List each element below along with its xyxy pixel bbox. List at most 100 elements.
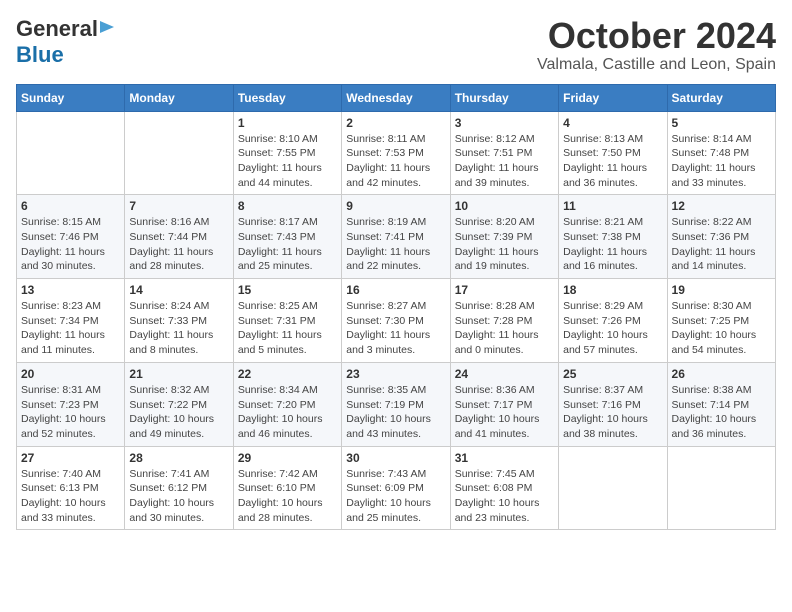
page-header: General Blue October 2024 Valmala, Casti… — [16, 16, 776, 74]
day-number: 12 — [672, 199, 771, 213]
day-info: Sunrise: 8:17 AM Sunset: 7:43 PM Dayligh… — [238, 215, 337, 274]
calendar-cell — [17, 111, 125, 195]
col-header-sunday: Sunday — [17, 84, 125, 111]
day-number: 4 — [563, 116, 662, 130]
calendar-cell: 6 Sunrise: 8:15 AM Sunset: 7:46 PM Daylig… — [17, 195, 125, 279]
day-info: Sunrise: 8:19 AM Sunset: 7:41 PM Dayligh… — [346, 215, 445, 274]
calendar-cell: 8 Sunrise: 8:17 AM Sunset: 7:43 PM Daylig… — [233, 195, 341, 279]
calendar-cell: 22 Sunrise: 8:34 AM Sunset: 7:20 PM Dayli… — [233, 362, 341, 446]
day-number: 22 — [238, 367, 337, 381]
calendar-cell: 29 Sunrise: 7:42 AM Sunset: 6:10 PM Dayli… — [233, 446, 341, 530]
title-block: October 2024 Valmala, Castille and Leon,… — [537, 16, 776, 74]
day-number: 24 — [455, 367, 554, 381]
day-number: 18 — [563, 283, 662, 297]
page-title: October 2024 — [537, 16, 776, 56]
day-info: Sunrise: 8:10 AM Sunset: 7:55 PM Dayligh… — [238, 132, 337, 191]
calendar-cell: 7 Sunrise: 8:16 AM Sunset: 7:44 PM Daylig… — [125, 195, 233, 279]
day-number: 2 — [346, 116, 445, 130]
day-number: 5 — [672, 116, 771, 130]
day-number: 28 — [129, 451, 228, 465]
calendar-table: SundayMondayTuesdayWednesdayThursdayFrid… — [16, 84, 776, 531]
calendar-cell: 20 Sunrise: 8:31 AM Sunset: 7:23 PM Dayli… — [17, 362, 125, 446]
day-info: Sunrise: 8:29 AM Sunset: 7:26 PM Dayligh… — [563, 299, 662, 358]
day-number: 21 — [129, 367, 228, 381]
day-info: Sunrise: 8:35 AM Sunset: 7:19 PM Dayligh… — [346, 383, 445, 442]
day-info: Sunrise: 8:20 AM Sunset: 7:39 PM Dayligh… — [455, 215, 554, 274]
day-info: Sunrise: 8:30 AM Sunset: 7:25 PM Dayligh… — [672, 299, 771, 358]
col-header-wednesday: Wednesday — [342, 84, 450, 111]
day-number: 10 — [455, 199, 554, 213]
day-number: 29 — [238, 451, 337, 465]
day-number: 26 — [672, 367, 771, 381]
day-number: 27 — [21, 451, 120, 465]
day-number: 13 — [21, 283, 120, 297]
day-info: Sunrise: 8:27 AM Sunset: 7:30 PM Dayligh… — [346, 299, 445, 358]
day-info: Sunrise: 8:23 AM Sunset: 7:34 PM Dayligh… — [21, 299, 120, 358]
day-info: Sunrise: 8:12 AM Sunset: 7:51 PM Dayligh… — [455, 132, 554, 191]
day-number: 7 — [129, 199, 228, 213]
col-header-thursday: Thursday — [450, 84, 558, 111]
day-number: 8 — [238, 199, 337, 213]
day-info: Sunrise: 8:38 AM Sunset: 7:14 PM Dayligh… — [672, 383, 771, 442]
day-info: Sunrise: 7:42 AM Sunset: 6:10 PM Dayligh… — [238, 467, 337, 526]
logo-arrow-icon — [100, 19, 116, 40]
calendar-cell: 3 Sunrise: 8:12 AM Sunset: 7:51 PM Daylig… — [450, 111, 558, 195]
day-number: 16 — [346, 283, 445, 297]
calendar-cell: 13 Sunrise: 8:23 AM Sunset: 7:34 PM Dayli… — [17, 279, 125, 363]
page-subtitle: Valmala, Castille and Leon, Spain — [537, 56, 776, 74]
col-header-friday: Friday — [559, 84, 667, 111]
day-number: 19 — [672, 283, 771, 297]
day-info: Sunrise: 8:14 AM Sunset: 7:48 PM Dayligh… — [672, 132, 771, 191]
col-header-saturday: Saturday — [667, 84, 775, 111]
day-info: Sunrise: 8:32 AM Sunset: 7:22 PM Dayligh… — [129, 383, 228, 442]
calendar-cell: 28 Sunrise: 7:41 AM Sunset: 6:12 PM Dayli… — [125, 446, 233, 530]
day-info: Sunrise: 7:45 AM Sunset: 6:08 PM Dayligh… — [455, 467, 554, 526]
day-info: Sunrise: 8:11 AM Sunset: 7:53 PM Dayligh… — [346, 132, 445, 191]
calendar-cell: 31Sunrise: 7:45 AM Sunset: 6:08 PM Dayli… — [450, 446, 558, 530]
calendar-cell: 2 Sunrise: 8:11 AM Sunset: 7:53 PM Daylig… — [342, 111, 450, 195]
calendar-cell: 27 Sunrise: 7:40 AM Sunset: 6:13 PM Dayli… — [17, 446, 125, 530]
calendar-cell — [667, 446, 775, 530]
calendar-cell: 21 Sunrise: 8:32 AM Sunset: 7:22 PM Dayli… — [125, 362, 233, 446]
calendar-cell: 11Sunrise: 8:21 AM Sunset: 7:38 PM Dayli… — [559, 195, 667, 279]
day-info: Sunrise: 8:15 AM Sunset: 7:46 PM Dayligh… — [21, 215, 120, 274]
day-number: 11 — [563, 199, 662, 213]
logo-blue-text: Blue — [16, 42, 64, 67]
day-info: Sunrise: 7:40 AM Sunset: 6:13 PM Dayligh… — [21, 467, 120, 526]
calendar-cell: 18 Sunrise: 8:29 AM Sunset: 7:26 PM Dayli… — [559, 279, 667, 363]
calendar-cell — [125, 111, 233, 195]
day-info: Sunrise: 8:36 AM Sunset: 7:17 PM Dayligh… — [455, 383, 554, 442]
day-number: 15 — [238, 283, 337, 297]
day-info: Sunrise: 8:16 AM Sunset: 7:44 PM Dayligh… — [129, 215, 228, 274]
day-info: Sunrise: 8:37 AM Sunset: 7:16 PM Dayligh… — [563, 383, 662, 442]
calendar-cell: 9Sunrise: 8:19 AM Sunset: 7:41 PM Daylig… — [342, 195, 450, 279]
day-info: Sunrise: 8:31 AM Sunset: 7:23 PM Dayligh… — [21, 383, 120, 442]
calendar-cell: 5 Sunrise: 8:14 AM Sunset: 7:48 PM Daylig… — [667, 111, 775, 195]
calendar-cell: 4 Sunrise: 8:13 AM Sunset: 7:50 PM Daylig… — [559, 111, 667, 195]
day-number: 23 — [346, 367, 445, 381]
day-number: 30 — [346, 451, 445, 465]
calendar-cell: 16 Sunrise: 8:27 AM Sunset: 7:30 PM Dayli… — [342, 279, 450, 363]
calendar-cell: 23 Sunrise: 8:35 AM Sunset: 7:19 PM Dayli… — [342, 362, 450, 446]
calendar-cell: 30 Sunrise: 7:43 AM Sunset: 6:09 PM Dayli… — [342, 446, 450, 530]
calendar-cell: 10 Sunrise: 8:20 AM Sunset: 7:39 PM Dayli… — [450, 195, 558, 279]
day-info: Sunrise: 7:41 AM Sunset: 6:12 PM Dayligh… — [129, 467, 228, 526]
day-number: 6 — [21, 199, 120, 213]
day-number: 17 — [455, 283, 554, 297]
calendar-cell: 26 Sunrise: 8:38 AM Sunset: 7:14 PM Dayli… — [667, 362, 775, 446]
day-number: 20 — [21, 367, 120, 381]
logo: General Blue — [16, 16, 116, 68]
day-info: Sunrise: 8:34 AM Sunset: 7:20 PM Dayligh… — [238, 383, 337, 442]
calendar-cell: 17 Sunrise: 8:28 AM Sunset: 7:28 PM Dayli… — [450, 279, 558, 363]
day-info: Sunrise: 8:13 AM Sunset: 7:50 PM Dayligh… — [563, 132, 662, 191]
calendar-cell: 12Sunrise: 8:22 AM Sunset: 7:36 PM Dayli… — [667, 195, 775, 279]
calendar-cell: 14Sunrise: 8:24 AM Sunset: 7:33 PM Dayli… — [125, 279, 233, 363]
day-info: Sunrise: 8:28 AM Sunset: 7:28 PM Dayligh… — [455, 299, 554, 358]
calendar-cell: 24 Sunrise: 8:36 AM Sunset: 7:17 PM Dayli… — [450, 362, 558, 446]
day-number: 3 — [455, 116, 554, 130]
day-number: 25 — [563, 367, 662, 381]
calendar-cell: 15Sunrise: 8:25 AM Sunset: 7:31 PM Dayli… — [233, 279, 341, 363]
day-number: 14 — [129, 283, 228, 297]
day-info: Sunrise: 7:43 AM Sunset: 6:09 PM Dayligh… — [346, 467, 445, 526]
day-number: 1 — [238, 116, 337, 130]
